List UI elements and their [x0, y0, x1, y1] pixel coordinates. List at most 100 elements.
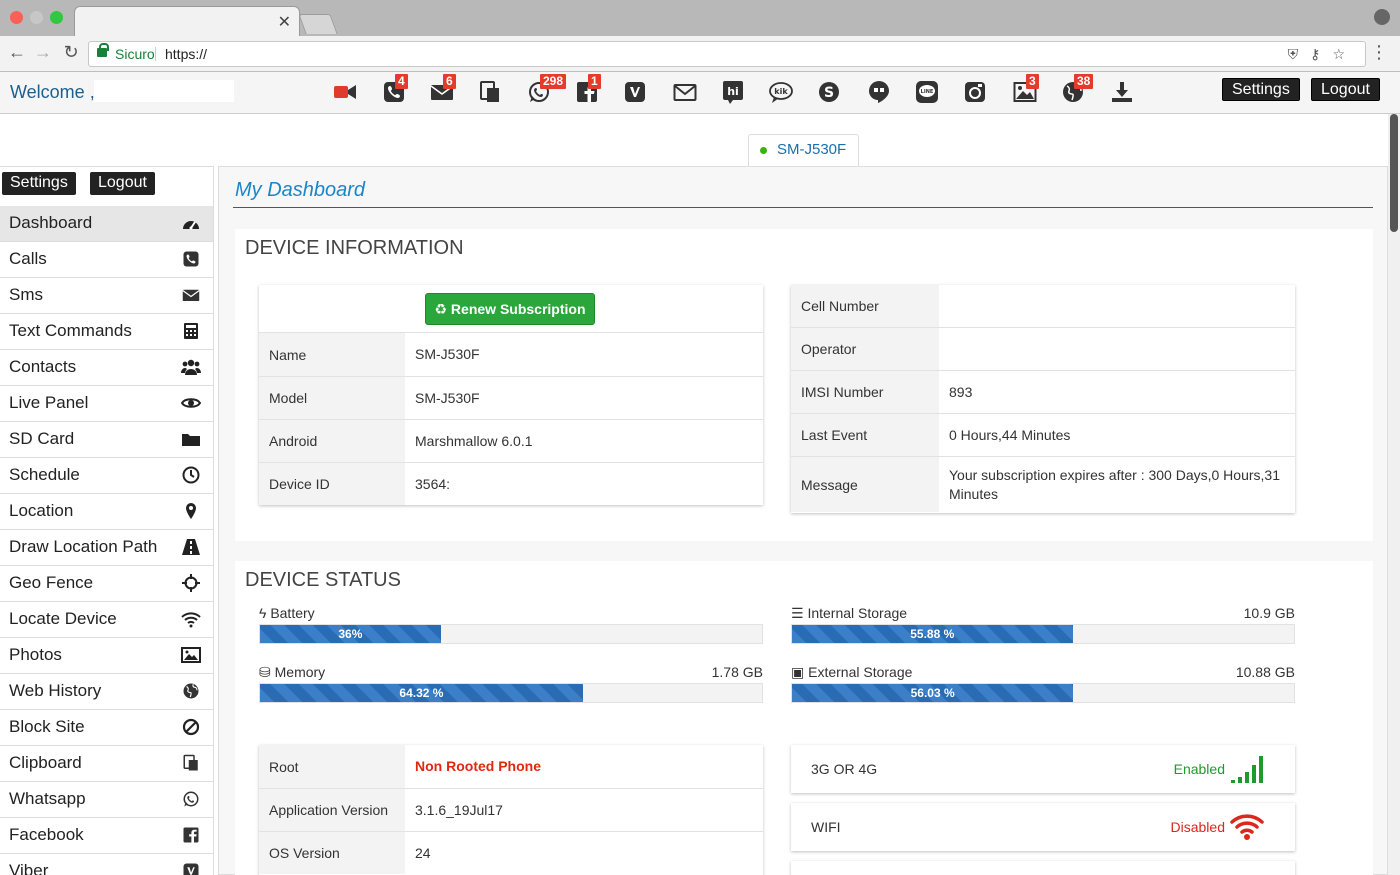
- key-icon[interactable]: ⚷: [1310, 46, 1332, 62]
- sidebar-item-label: Web History: [9, 681, 102, 700]
- page-scrollbar[interactable]: [1388, 114, 1400, 875]
- device-tab[interactable]: SM-J530F: [748, 134, 859, 166]
- whatsapp-icon[interactable]: 298: [526, 74, 567, 106]
- header-settings-button[interactable]: Settings: [1222, 78, 1300, 101]
- info-value: 24: [415, 844, 431, 861]
- sidebar-item-label: Location: [9, 501, 74, 520]
- star-icon[interactable]: ☆: [1332, 46, 1357, 62]
- sidebar-item-viber[interactable]: Viber: [0, 854, 213, 875]
- skype-icon[interactable]: S: [816, 80, 842, 106]
- sidebar-item-geo-fence[interactable]: Geo Fence: [0, 566, 213, 602]
- sidebar-item-schedule[interactable]: Schedule: [0, 458, 213, 494]
- info-row-android: Android Marshmallow 6.0.1: [259, 419, 763, 462]
- progress-bar: 64.32 %: [259, 683, 763, 703]
- new-tab-button[interactable]: [298, 14, 338, 34]
- header-logout-button[interactable]: Logout: [1311, 78, 1380, 101]
- address-bar[interactable]: Sicuro https:// ⛨⚷☆: [88, 41, 1366, 67]
- progress-fill: 64.32 %: [260, 684, 583, 702]
- window-close-button[interactable]: [10, 11, 23, 24]
- wifi-icon: [1229, 811, 1265, 843]
- sidebar-item-location[interactable]: Location: [0, 494, 213, 530]
- globe-icon: [181, 682, 201, 700]
- info-label: Cell Number: [791, 285, 939, 327]
- info-label: Model: [259, 377, 405, 419]
- info-label: Last Event: [791, 414, 939, 456]
- sidebar-item-draw-location-path[interactable]: Draw Location Path: [0, 530, 213, 566]
- main-content: My Dashboard DEVICE INFORMATION ♻ Renew …: [218, 166, 1388, 875]
- sidebar-logout-button[interactable]: Logout: [90, 172, 155, 195]
- sidebar-item-facebook[interactable]: Facebook: [0, 818, 213, 854]
- download-icon[interactable]: [1109, 80, 1135, 106]
- info-value: [949, 328, 1295, 370]
- line-icon[interactable]: LINE: [914, 80, 940, 106]
- sidebar-item-sms[interactable]: Sms: [0, 278, 213, 314]
- sidebar-item-text-commands[interactable]: Text Commands: [0, 314, 213, 350]
- sidebar-item-label: Geo Fence: [9, 573, 94, 592]
- sidebar-item-label: Live Panel: [9, 393, 89, 412]
- device-info-card-left: ♻ Renew Subscription Name SM-J530F Model SM…: [259, 285, 763, 505]
- window-zoom-button[interactable]: [50, 11, 63, 24]
- profile-icon[interactable]: [1374, 9, 1390, 25]
- sidebar-settings-button[interactable]: Settings: [2, 172, 76, 195]
- sidebar-item-whatsapp[interactable]: Whatsapp: [0, 782, 213, 818]
- sidebar-item-block-site[interactable]: Block Site: [0, 710, 213, 746]
- info-label: Application Version: [259, 789, 405, 831]
- window-minimize-button[interactable]: [30, 11, 43, 24]
- info-row-application-version: Application Version 3.1.6_19Jul17: [259, 788, 763, 831]
- info-value: Non Rooted Phone: [415, 758, 541, 774]
- sidebar-item-label: Clipboard: [9, 753, 82, 772]
- video-camera-icon[interactable]: [332, 80, 358, 106]
- clipboard-icon[interactable]: [477, 80, 503, 106]
- crosshairs-icon: [181, 574, 201, 592]
- photo-icon[interactable]: 3: [1012, 74, 1039, 106]
- sidebar-item-web-history[interactable]: Web History: [0, 674, 213, 710]
- hike-icon[interactable]: hi: [720, 80, 746, 106]
- browser-menu-icon[interactable]: ⋮: [1370, 42, 1388, 63]
- lock-icon: [97, 43, 109, 57]
- info-value: Marshmallow 6.0.1: [415, 432, 533, 449]
- sidebar-item-clipboard[interactable]: Clipboard: [0, 746, 213, 782]
- redacted-username: [94, 80, 234, 102]
- url-text[interactable]: https://: [165, 42, 207, 66]
- instagram-icon[interactable]: [962, 80, 988, 106]
- info-label: Device ID: [259, 463, 405, 505]
- shield-icon[interactable]: ⛨: [1288, 46, 1311, 62]
- sidebar-item-label: Block Site: [9, 717, 85, 736]
- phone-icon[interactable]: 4: [381, 74, 408, 106]
- info-label: IMSI Number: [791, 371, 939, 413]
- device-info-card-right: Cell Number Operator IMSI Number 893 Last Ev…: [791, 285, 1295, 513]
- sidebar-item-dashboard[interactable]: Dashboard: [0, 206, 213, 242]
- sidebar-item-sd-card[interactable]: SD Card: [0, 422, 213, 458]
- globe-icon[interactable]: 38: [1060, 74, 1094, 106]
- info-label: Message: [791, 457, 939, 512]
- forward-arrow-icon[interactable]: →: [32, 42, 54, 63]
- sidebar-item-live-panel[interactable]: Live Panel: [0, 386, 213, 422]
- reload-icon[interactable]: ↻: [60, 42, 82, 63]
- scrollbar-thumb[interactable]: [1390, 114, 1398, 232]
- notification-badge: 298: [540, 74, 567, 89]
- info-row-message: Message Your subscription expires after :…: [791, 456, 1295, 512]
- email-outline-icon[interactable]: [672, 80, 698, 106]
- status-label-battery: ϟ Battery: [259, 605, 315, 621]
- sidebar-item-locate-device[interactable]: Locate Device: [0, 602, 213, 638]
- browser-tab[interactable]: ✕: [74, 6, 300, 36]
- app-header: Welcome , 4 6 298 1 hi kik S LINE 3 38 Settings L…: [0, 72, 1400, 114]
- sidebar-item-contacts[interactable]: Contacts: [0, 350, 213, 386]
- back-arrow-icon[interactable]: ←: [6, 42, 28, 63]
- sidebar-item-label: Photos: [9, 645, 62, 664]
- signal-bars-icon: [1229, 753, 1265, 785]
- tab-close-icon[interactable]: ✕: [278, 12, 291, 32]
- facebook-icon[interactable]: 1: [574, 74, 601, 106]
- envelope-icon[interactable]: 6: [429, 74, 456, 106]
- sidebar-item-label: Schedule: [9, 465, 80, 484]
- sidebar-item-photos[interactable]: Photos: [0, 638, 213, 674]
- viber-icon[interactable]: [622, 80, 648, 106]
- address-bar-icons[interactable]: ⛨⚷☆: [1288, 42, 1357, 66]
- kik-icon[interactable]: kik: [768, 80, 794, 106]
- sidebar-item-calls[interactable]: Calls: [0, 242, 213, 278]
- hangouts-icon[interactable]: [866, 80, 892, 106]
- info-value: 3564:: [415, 475, 451, 492]
- svg-text:hi: hi: [727, 85, 739, 98]
- renew-subscription-button[interactable]: ♻ Renew Subscription: [425, 293, 595, 325]
- device-tab-label: SM-J530F: [777, 141, 847, 158]
